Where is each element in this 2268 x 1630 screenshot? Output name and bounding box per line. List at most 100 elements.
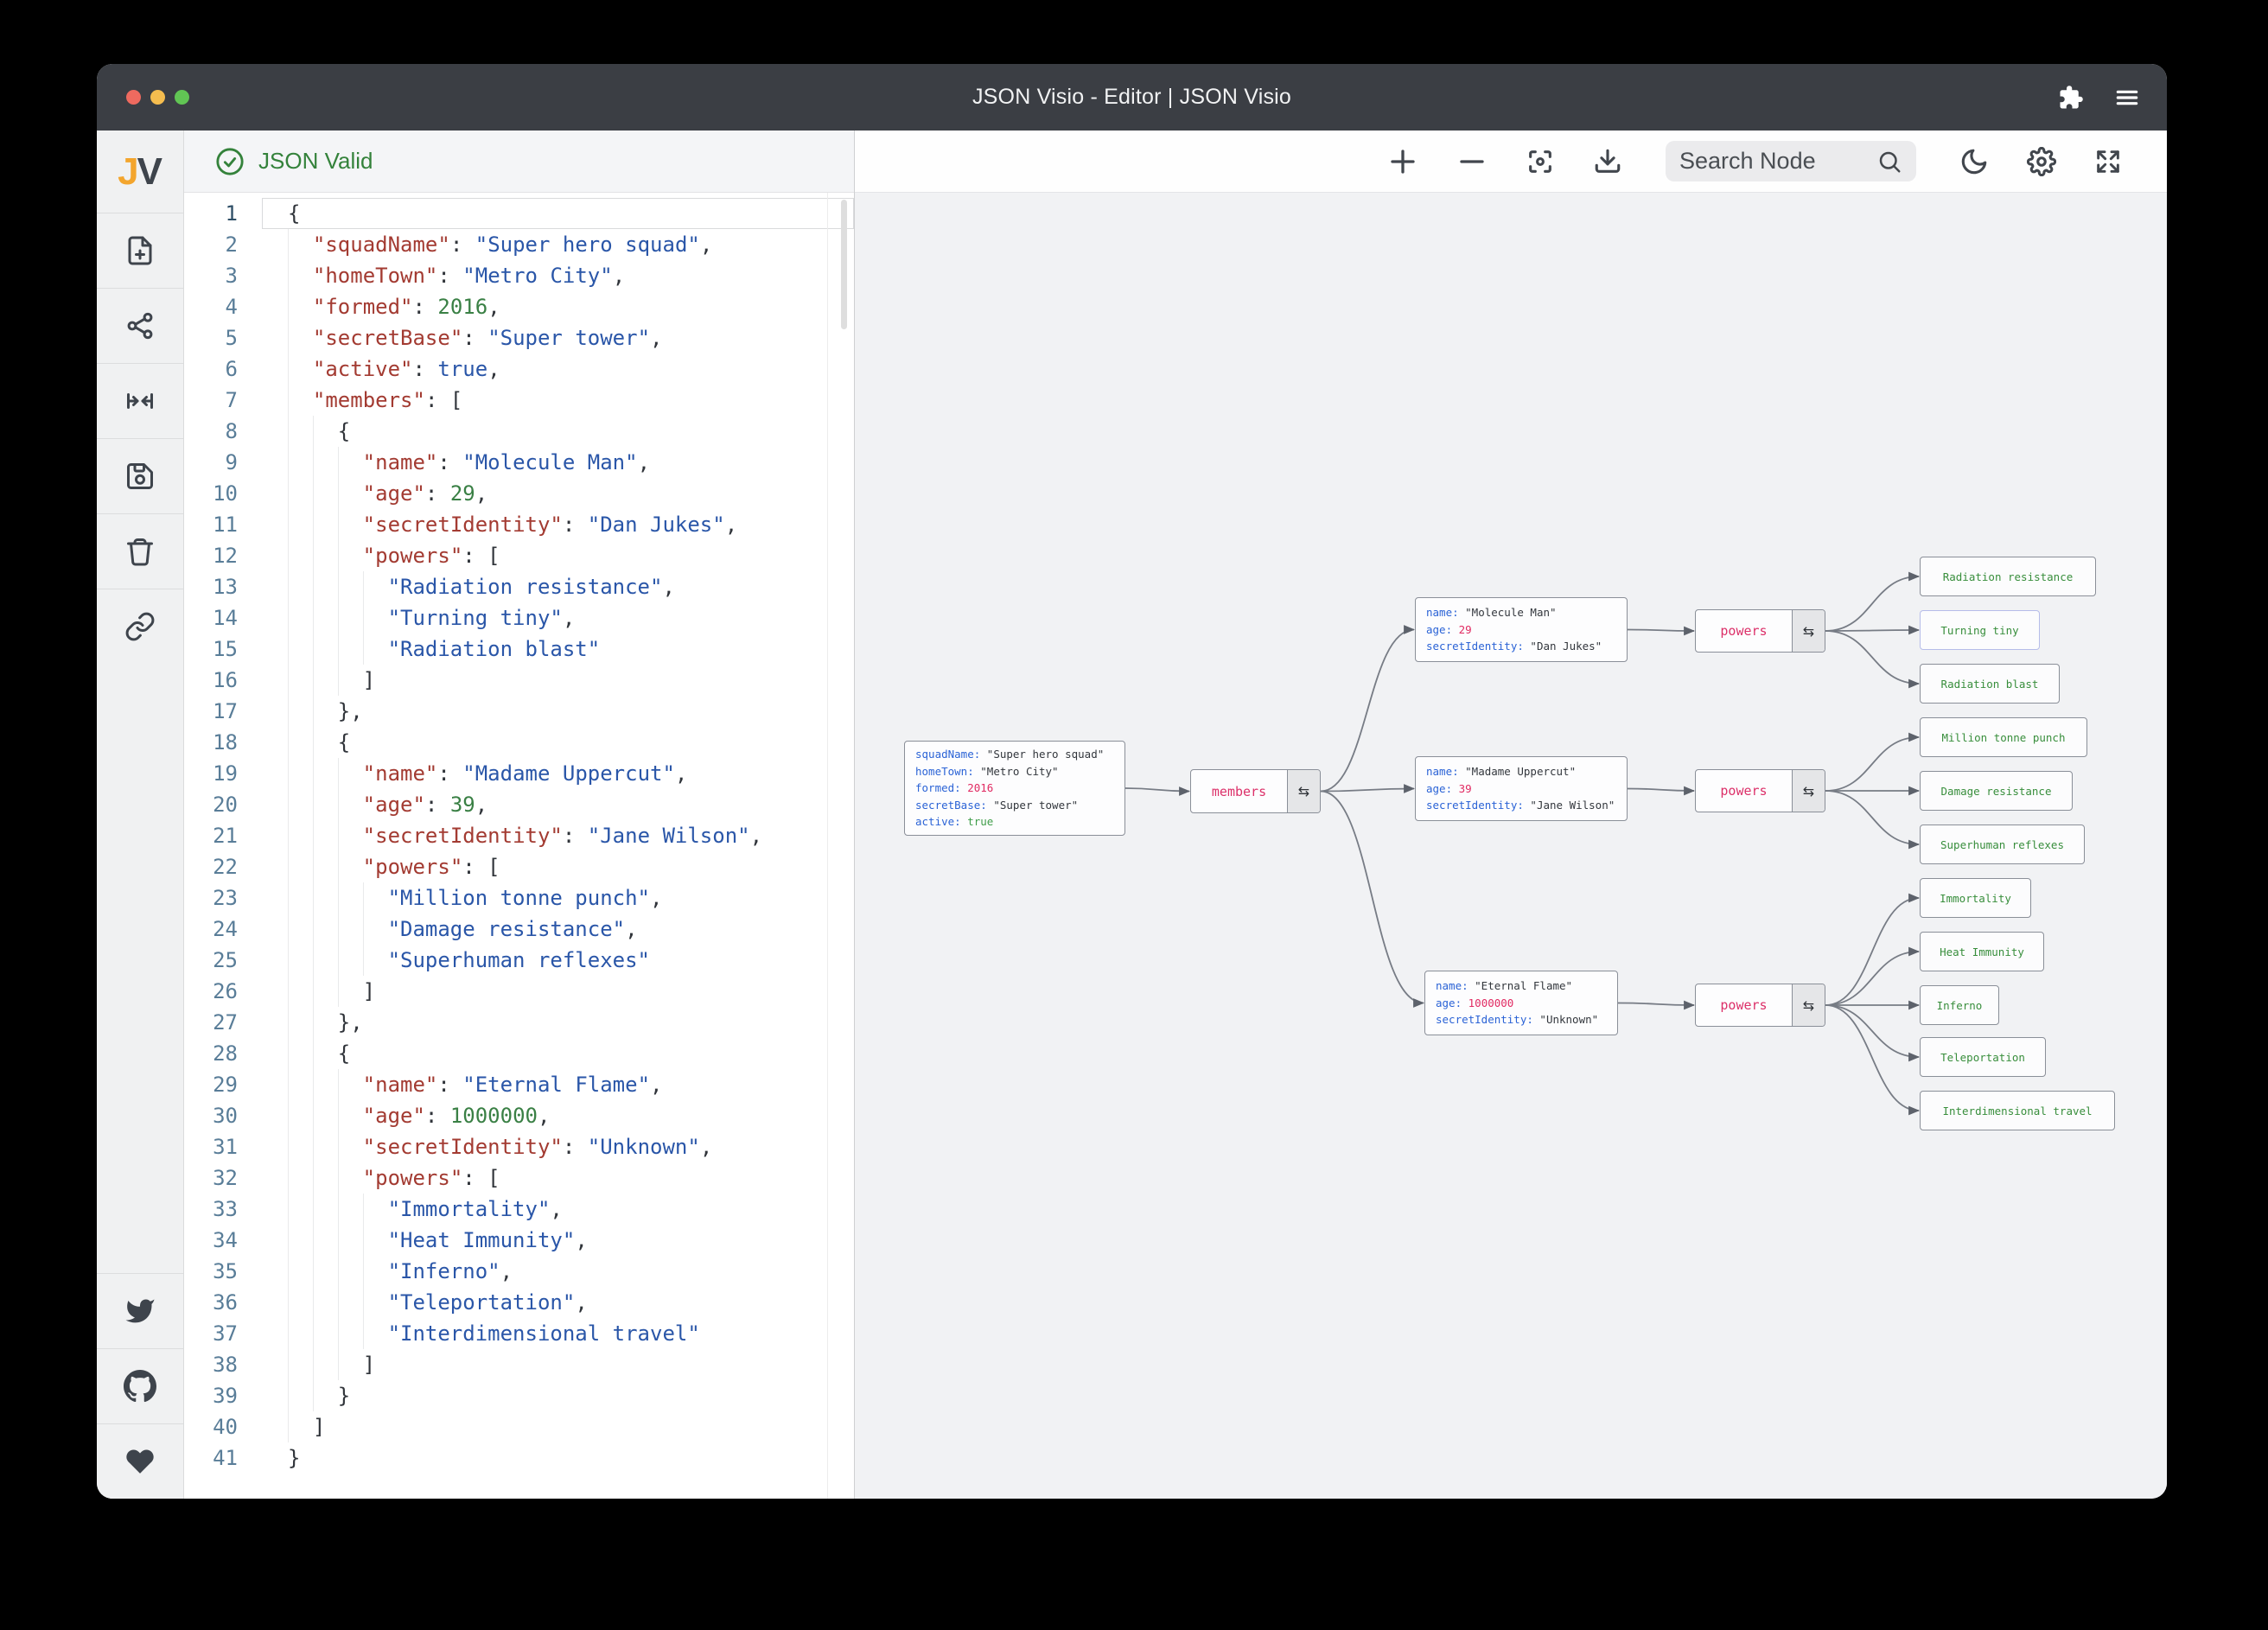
code-line-24: 24 "Damage resistance", xyxy=(184,914,854,945)
collapse-node-icon[interactable]: ⇆ xyxy=(1287,770,1320,812)
app-logo[interactable]: JV xyxy=(97,131,183,213)
graph-node-l2a[interactable]: Million tonne punch xyxy=(1920,717,2087,757)
code-line-31: 31 "secretIdentity": "Unknown", xyxy=(184,1131,854,1162)
graph-node-p1[interactable]: powers ⇆ xyxy=(1695,609,1825,653)
graph-node-members[interactable]: members ⇆ xyxy=(1190,769,1321,813)
code-line-39: 39 } xyxy=(184,1380,854,1411)
graph-node-l3b[interactable]: Heat Immunity xyxy=(1920,932,2044,971)
extension-puzzle-icon[interactable] xyxy=(2058,85,2084,111)
json-valid-status: JSON Valid xyxy=(258,148,373,174)
line-number: 35 xyxy=(213,1259,238,1283)
graph-node-m3[interactable]: name: "Eternal Flame" age: 1000000 secretI… xyxy=(1424,971,1618,1035)
line-number: 41 xyxy=(213,1446,238,1470)
graph-node-l1a[interactable]: Radiation resistance xyxy=(1920,557,2096,596)
maximize-window-button[interactable] xyxy=(175,90,189,105)
window-title: JSON Visio - Editor | JSON Visio xyxy=(972,85,1292,109)
search-node-input[interactable] xyxy=(1679,148,1876,175)
line-number: 13 xyxy=(213,575,238,599)
save-button[interactable] xyxy=(97,438,183,513)
graph-node-p2[interactable]: powers ⇆ xyxy=(1695,769,1825,812)
graph-node-m2[interactable]: name: "Madame Uppercut" age: 39 secretIden… xyxy=(1415,756,1628,821)
line-number: 25 xyxy=(213,948,238,972)
code-line-4: 4 "formed": 2016, xyxy=(184,291,854,322)
line-number: 12 xyxy=(213,544,238,568)
line-number: 6 xyxy=(225,357,238,381)
line-number: 37 xyxy=(213,1321,238,1346)
github-link[interactable] xyxy=(97,1348,183,1423)
line-number: 39 xyxy=(213,1384,238,1408)
code-line-23: 23 "Million tonne punch", xyxy=(184,882,854,914)
code-line-40: 40 ] xyxy=(184,1411,854,1442)
line-number: 22 xyxy=(213,855,238,879)
line-number: 2 xyxy=(225,232,238,257)
code-line-2: 2 "squadName": "Super hero squad", xyxy=(184,229,854,260)
graph-node-l1b[interactable]: Turning tiny xyxy=(1920,610,2040,650)
graph-node-root[interactable]: squadName: "Super hero squad" homeTown: "… xyxy=(904,741,1125,836)
twitter-link[interactable] xyxy=(97,1273,183,1348)
editor-scrollbar-track xyxy=(827,193,828,1499)
graph-node-l3c[interactable]: Inferno xyxy=(1920,985,1999,1025)
graph-node-m1[interactable]: name: "Molecule Man" age: 29 secretIdentit… xyxy=(1415,597,1628,662)
graph-node-l2b[interactable]: Damage resistance xyxy=(1920,771,2073,811)
clear-button[interactable] xyxy=(97,513,183,589)
dark-mode-toggle[interactable] xyxy=(1959,147,1989,176)
code-line-19: 19 "name": "Madame Uppercut", xyxy=(184,758,854,789)
moon-icon xyxy=(1959,147,1989,176)
code-line-22: 22 "powers": [ xyxy=(184,851,854,882)
center-focus-button[interactable] xyxy=(1526,147,1555,176)
code-line-11: 11 "secretIdentity": "Dan Jukes", xyxy=(184,509,854,540)
node-label: members xyxy=(1211,783,1267,799)
traffic-lights xyxy=(126,64,189,131)
code-line-34: 34 "Heat Immunity", xyxy=(184,1225,854,1256)
fullscreen-button[interactable] xyxy=(2094,148,2122,175)
code-line-5: 5 "secretBase": "Super tower", xyxy=(184,322,854,353)
line-number: 10 xyxy=(213,481,238,506)
code-line-41: 41} xyxy=(184,1442,854,1474)
zoom-in-button[interactable] xyxy=(1387,146,1418,177)
line-number: 23 xyxy=(213,886,238,910)
code-line-21: 21 "secretIdentity": "Jane Wilson", xyxy=(184,820,854,851)
graph-node-l2c[interactable]: Superhuman reflexes xyxy=(1920,825,2085,864)
code-line-18: 18 { xyxy=(184,727,854,758)
line-number: 4 xyxy=(225,295,238,319)
editor-scrollbar-thumb[interactable] xyxy=(841,200,847,329)
code-line-7: 7 "members": [ xyxy=(184,385,854,416)
line-number: 18 xyxy=(213,730,238,755)
settings-button[interactable] xyxy=(2027,146,2056,176)
line-number: 3 xyxy=(225,264,238,288)
code-line-13: 13 "Radiation resistance", xyxy=(184,571,854,602)
share-link-button[interactable] xyxy=(97,589,183,664)
collapse-node-icon[interactable]: ⇆ xyxy=(1792,984,1825,1026)
graph-node-l3a[interactable]: Immortality xyxy=(1920,878,2031,918)
graph-node-l1c[interactable]: Radiation blast xyxy=(1920,664,2060,704)
code-line-36: 36 "Teleportation", xyxy=(184,1287,854,1318)
code-line-35: 35 "Inferno", xyxy=(184,1256,854,1287)
close-window-button[interactable] xyxy=(126,90,141,105)
github-icon xyxy=(124,1370,156,1403)
line-number: 9 xyxy=(225,450,238,474)
line-number: 19 xyxy=(213,761,238,786)
collapse-node-icon[interactable]: ⇆ xyxy=(1792,610,1825,652)
download-image-button[interactable] xyxy=(1593,147,1622,176)
line-number: 20 xyxy=(213,793,238,817)
code-line-29: 29 "name": "Eternal Flame", xyxy=(184,1069,854,1100)
plus-icon xyxy=(1387,146,1418,177)
minimize-window-button[interactable] xyxy=(150,90,165,105)
line-number: 14 xyxy=(213,606,238,630)
graph-node-l3e[interactable]: Interdimensional travel xyxy=(1920,1091,2115,1130)
json-code-editor[interactable]: 1{2 "squadName": "Super hero squad", 3 "h… xyxy=(184,193,854,1499)
new-file-button[interactable] xyxy=(97,213,183,288)
graph-node-l3d[interactable]: Teleportation xyxy=(1920,1037,2046,1077)
graph-canvas[interactable]: squadName: "Super hero squad" homeTown: "… xyxy=(855,193,2167,1499)
editor-panel: JSON Valid 1{2 "squadName": "Super hero … xyxy=(184,131,855,1499)
center-view-button[interactable] xyxy=(97,363,183,438)
twitter-icon xyxy=(124,1296,156,1327)
code-line-1: 1{ xyxy=(184,198,854,229)
share-button[interactable] xyxy=(97,288,183,363)
zoom-out-button[interactable] xyxy=(1456,146,1488,177)
collapse-node-icon[interactable]: ⇆ xyxy=(1792,770,1825,812)
file-plus-icon xyxy=(124,235,156,266)
sponsor-link[interactable] xyxy=(97,1423,183,1499)
browser-menu-hamburger-icon[interactable] xyxy=(2113,84,2141,111)
graph-node-p3[interactable]: powers ⇆ xyxy=(1695,984,1825,1027)
